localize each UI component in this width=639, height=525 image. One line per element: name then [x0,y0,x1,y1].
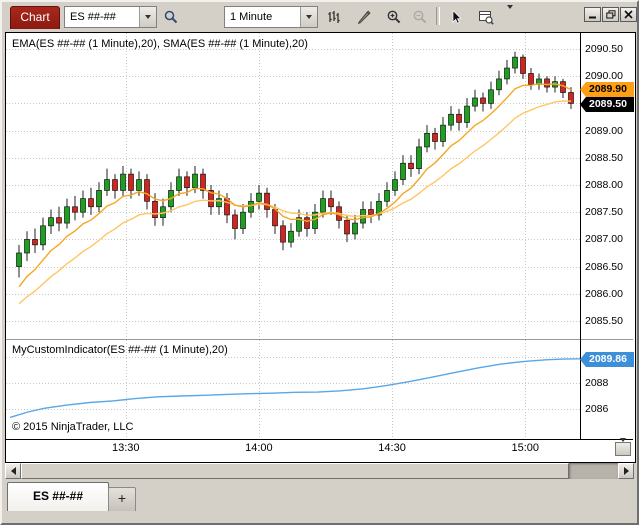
zoom-out-icon [412,9,428,25]
zoom-in-icon [386,9,402,25]
tab-bar: ES ##-## + [5,481,634,515]
zoom-out-button[interactable] [408,6,432,27]
app-window: Chart ES ##-## 1 Minute [0,0,639,525]
scrollbar-track[interactable] [569,463,618,479]
scroll-right-button[interactable] [618,463,634,479]
panel-divider[interactable] [6,339,633,340]
interval-selector-value: 1 Minute [225,11,300,23]
price-panel-label: EMA(ES ##-## (1 Minute),20), SMA(ES ##-#… [12,38,308,50]
price-axis-label: 2088.00 [585,179,623,191]
minimize-button[interactable] [584,7,601,22]
time-axis-label: 14:00 [245,442,273,454]
magnifier-icon [163,9,179,25]
data-box-icon [478,9,494,25]
scroll-left-button[interactable] [5,463,21,479]
indicator-panel-label: MyCustomIndicator(ES ##-## (1 Minute),20… [12,344,228,356]
price-axis-label: 2088 [585,377,608,389]
cursor-mode-button[interactable] [444,6,468,27]
bar-chart-icon [326,9,342,25]
scroll-right-icon [624,467,629,475]
maximize-button[interactable] [602,7,619,22]
price-axis-label: 2086.00 [585,288,623,300]
dropdown-arrow-icon[interactable] [139,7,156,27]
price-axis-label: 2088.50 [585,152,623,164]
zoom-in-button[interactable] [382,6,406,27]
last-price-badge: 2089.50 [580,97,634,112]
price-axis-label: 2090.50 [585,43,623,55]
copyright-text: © 2015 NinjaTrader, LLC [12,421,133,433]
instrument-selector-value: ES ##-## [65,11,139,23]
chart-style-button[interactable] [322,6,346,27]
price-axis-label: 2086.50 [585,261,623,273]
axis-scroll-down-button[interactable] [615,442,631,456]
tab-instrument[interactable]: ES ##-## [7,482,109,511]
interval-selector[interactable]: 1 Minute [224,6,318,28]
scrollbar-thumb[interactable] [21,463,569,479]
price-axis-label: 2085.50 [585,315,623,327]
pencil-icon [356,9,372,25]
time-axis-label: 13:30 [112,442,140,454]
cursor-icon [448,9,464,25]
toolbar-separator [436,7,440,25]
chevron-down-icon [507,9,513,24]
price-axis-label: 2089.00 [585,125,623,137]
data-box-button[interactable] [474,6,498,27]
price-axis-label: 2087.00 [585,233,623,245]
price-axis-label: 2087.50 [585,206,623,218]
close-icon [624,10,633,19]
horizontal-scrollbar[interactable] [5,463,634,479]
scroll-down-icon [620,442,626,457]
time-axis-label: 15:00 [511,442,539,454]
price-axis-label: 2086 [585,403,608,415]
indicator-value-badge: 2089.86 [580,352,634,367]
price-panel[interactable] [6,33,580,339]
chart-area: EMA(ES ##-## (1 Minute),20), SMA(ES ##-#… [5,32,636,463]
time-axis-divider [6,439,633,440]
maximize-icon [606,10,616,19]
dropdown-arrow-icon[interactable] [300,7,317,27]
toolbar: Chart ES ##-## 1 Minute [2,2,637,30]
ma-price-badge: 2089.90 [580,82,634,97]
chart-window-tab[interactable]: Chart [10,6,60,29]
instrument-selector[interactable]: ES ##-## [64,6,157,28]
price-axis-line [580,33,581,439]
instrument-search-button[interactable] [159,6,183,27]
scroll-left-icon [11,467,16,475]
close-button[interactable] [620,7,637,22]
drawing-tools-button[interactable] [352,6,376,27]
toolbar-more-button[interactable] [502,6,518,27]
add-tab-button[interactable]: + [108,487,136,511]
price-axis-label: 2090.00 [585,70,623,82]
minimize-icon [588,10,597,19]
time-axis-label: 14:30 [378,442,406,454]
